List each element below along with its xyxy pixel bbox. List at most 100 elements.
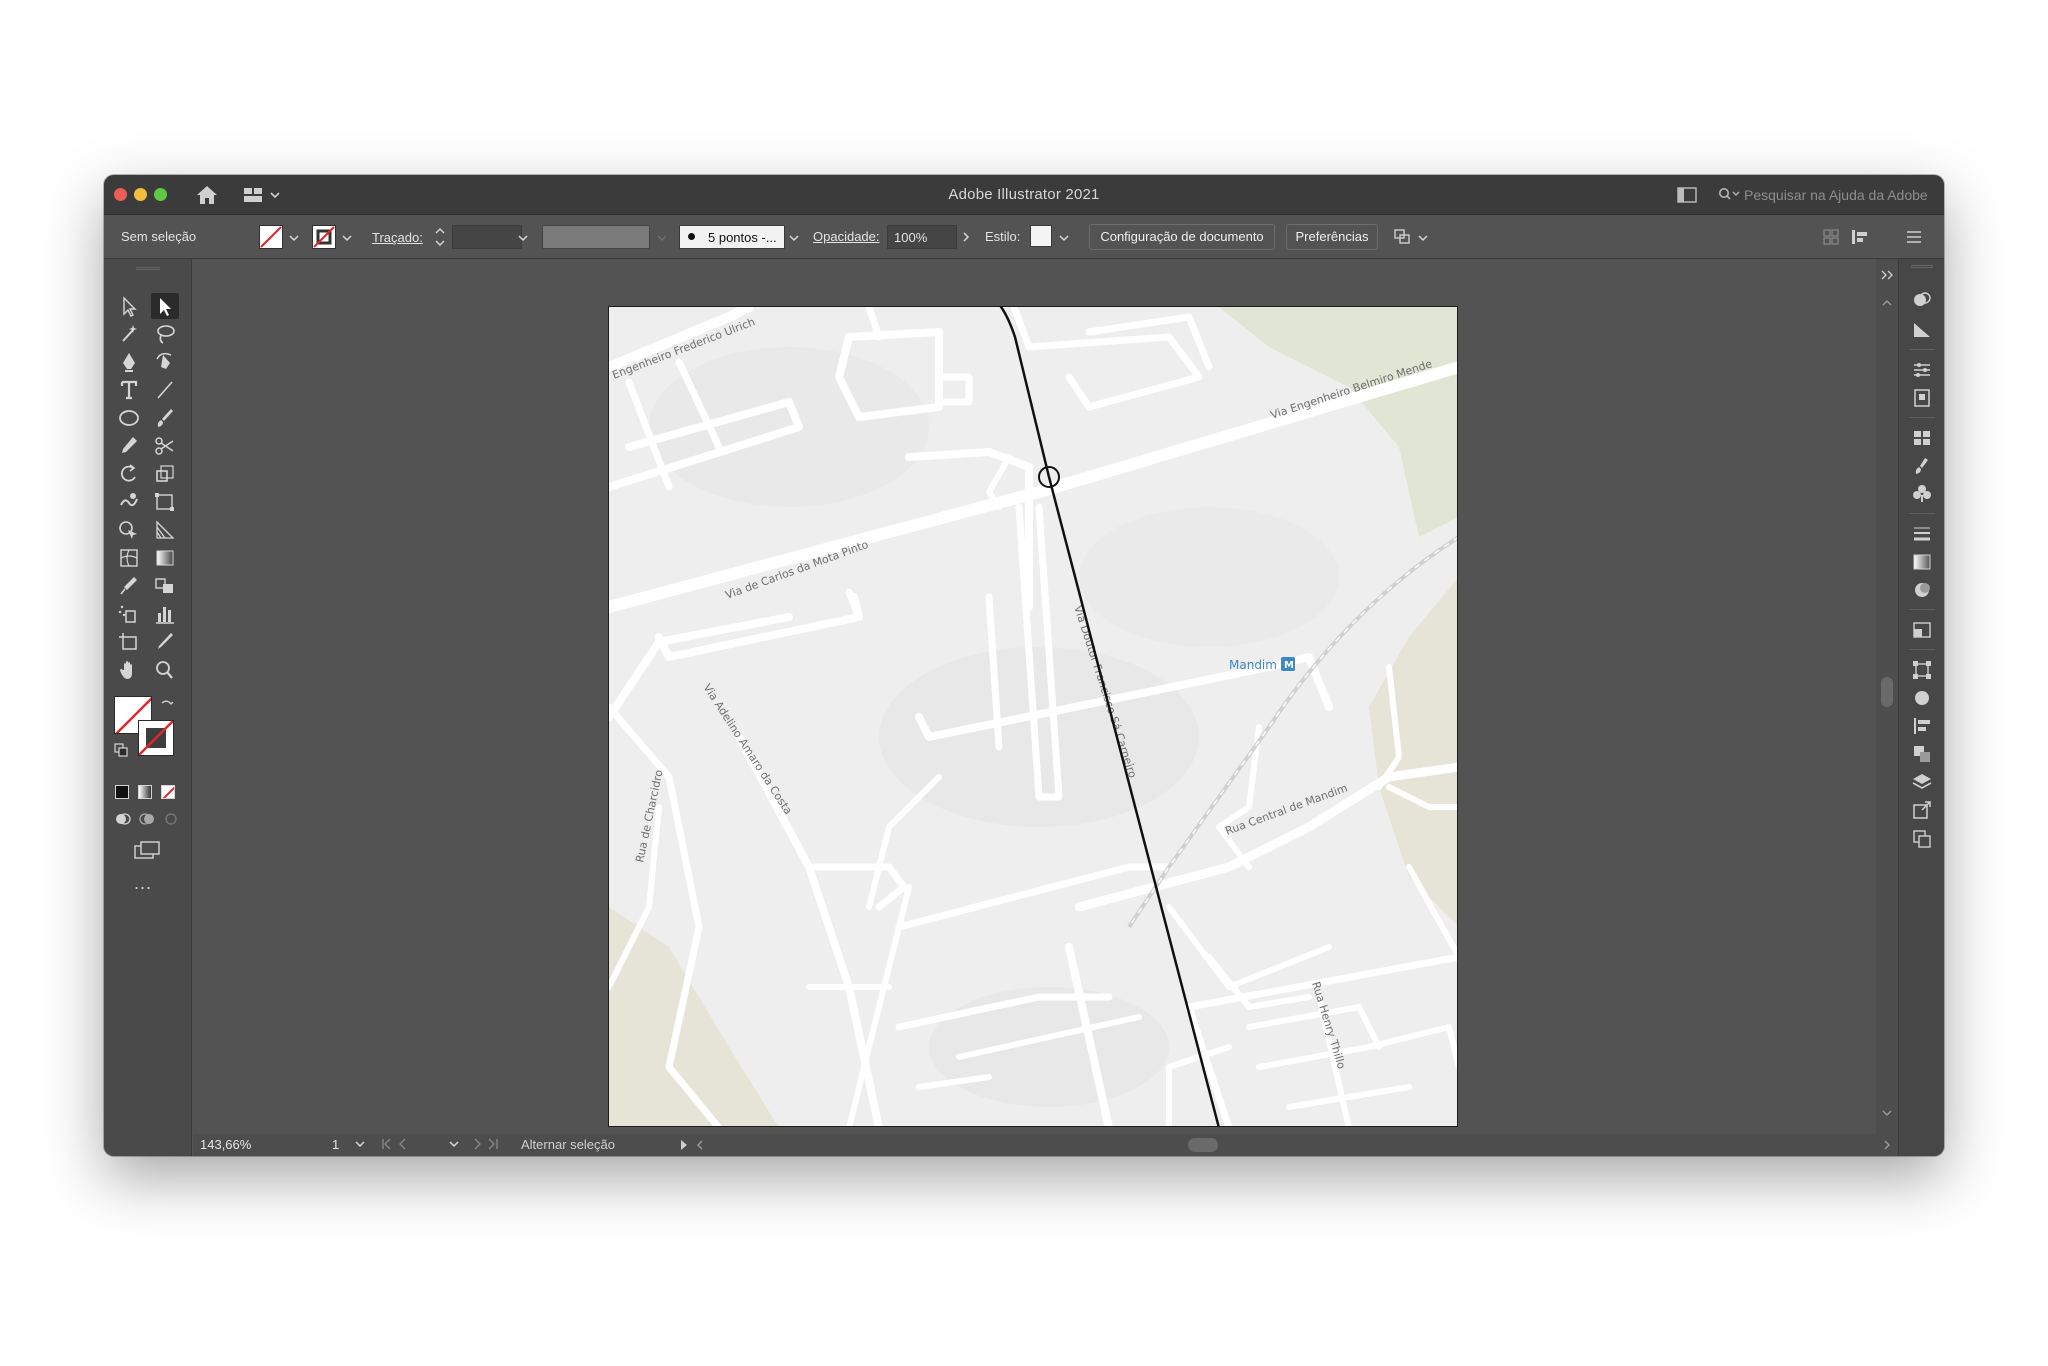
- shape-builder-tool-icon[interactable]: [115, 517, 143, 543]
- stroke-none-swatch[interactable]: [138, 720, 174, 756]
- scroll-up-icon[interactable]: [1882, 299, 1892, 307]
- chevron-down-icon[interactable]: [1417, 234, 1429, 242]
- status-menu-icon[interactable]: [679, 1139, 689, 1151]
- variable-width-profile[interactable]: [542, 225, 650, 249]
- arrange-documents-icon[interactable]: [1393, 227, 1415, 247]
- chevron-down-icon[interactable]: [354, 1140, 366, 1148]
- stroke-label[interactable]: Traçado:: [372, 230, 423, 245]
- artboard-tool-icon[interactable]: [115, 629, 143, 655]
- chevron-right-icon[interactable]: [962, 231, 970, 243]
- chevron-down-icon[interactable]: [1058, 234, 1070, 242]
- ellipse-tool-icon[interactable]: [115, 405, 143, 431]
- expand-panels-icon[interactable]: [1879, 269, 1895, 281]
- opacity-label[interactable]: Opacidade:: [813, 229, 880, 244]
- blend-tool-icon[interactable]: [151, 573, 179, 599]
- align-icon[interactable]: [1849, 227, 1871, 247]
- help-search-input[interactable]: Pesquisar na Ajuda da Adobe: [1744, 187, 1928, 203]
- symbol-sprayer-tool-icon[interactable]: [115, 601, 143, 627]
- mesh-tool-icon[interactable]: [115, 545, 143, 571]
- transform-icon[interactable]: [1910, 659, 1934, 681]
- first-prev-artboard-icon[interactable]: [381, 1138, 411, 1150]
- eyedropper-tool-icon[interactable]: [115, 573, 143, 599]
- zoom-tool-icon[interactable]: [151, 657, 179, 683]
- panel-toggle-icon[interactable]: [1677, 187, 1697, 203]
- draw-behind-icon[interactable]: [138, 811, 156, 827]
- chevron-down-icon[interactable]: [517, 234, 529, 242]
- type-tool-icon[interactable]: [115, 377, 143, 403]
- vertical-scrollbar[interactable]: [1876, 259, 1898, 1134]
- color-themes-icon[interactable]: [1910, 289, 1934, 311]
- zoom-level[interactable]: 143,66%: [200, 1137, 251, 1152]
- rotate-tool-icon[interactable]: [115, 461, 143, 487]
- artboard-number[interactable]: 1: [332, 1137, 339, 1152]
- stroke-swatch[interactable]: [312, 225, 336, 249]
- transparency-icon[interactable]: [1910, 579, 1934, 601]
- pen-tool-icon[interactable]: [115, 349, 143, 375]
- artboards-icon[interactable]: [1910, 827, 1934, 849]
- scale-tool-icon[interactable]: [151, 461, 179, 487]
- stroke-weight-field[interactable]: [452, 225, 522, 249]
- links-icon[interactable]: [1910, 387, 1934, 409]
- perspective-grid-tool-icon[interactable]: [151, 517, 179, 543]
- warp-tool-icon[interactable]: [115, 489, 143, 515]
- brush-definition-dropdown[interactable]: 5 pontos -...: [679, 225, 785, 249]
- next-last-artboard-icon[interactable]: [469, 1138, 499, 1150]
- swatches-icon[interactable]: [1910, 427, 1934, 449]
- draw-inside-icon[interactable]: [162, 811, 180, 827]
- symbols-icon[interactable]: [1910, 483, 1934, 505]
- preferences-button[interactable]: Preferências: [1286, 224, 1378, 250]
- gradient-tool-icon[interactable]: [151, 545, 179, 571]
- color-mode-button[interactable]: [115, 785, 129, 799]
- chevron-down-icon[interactable]: [788, 234, 800, 242]
- canvas[interactable]: Engenheiro Frederico Ulrich Via Engenhei…: [193, 259, 1876, 1134]
- pencil-tool-icon[interactable]: [115, 433, 143, 459]
- layers-icon[interactable]: [1910, 771, 1934, 793]
- default-fill-stroke-icon[interactable]: [114, 743, 128, 757]
- scroll-right-icon[interactable]: [1883, 1140, 1891, 1150]
- status-text[interactable]: Alternar seleção: [521, 1137, 615, 1152]
- scroll-left-icon[interactable]: [696, 1140, 704, 1150]
- stepper-icon[interactable]: [434, 224, 446, 250]
- export-icon[interactable]: [1910, 799, 1934, 821]
- selection-tool-icon[interactable]: [115, 293, 143, 319]
- screen-mode-icon[interactable]: [132, 839, 162, 861]
- horizontal-scroll-thumb[interactable]: [1188, 1138, 1218, 1152]
- scissors-tool-icon[interactable]: [151, 433, 179, 459]
- grid-icon[interactable]: [1821, 227, 1841, 247]
- chevron-down-icon[interactable]: [288, 234, 300, 242]
- pathfinder-icon[interactable]: [1910, 743, 1934, 765]
- paintbrush-tool-icon[interactable]: [151, 405, 179, 431]
- properties-icon[interactable]: [1910, 359, 1934, 381]
- appearance-icon[interactable]: [1910, 619, 1934, 641]
- menu-list-icon[interactable]: [1904, 227, 1924, 247]
- slice-tool-icon[interactable]: [151, 629, 179, 655]
- artboard[interactable]: Engenheiro Frederico Ulrich Via Engenhei…: [608, 306, 1458, 1127]
- toolbar-grip[interactable]: [136, 267, 160, 270]
- pathfinder-circle-icon[interactable]: [1910, 687, 1934, 709]
- gradient-icon[interactable]: [1910, 551, 1934, 573]
- cc-libraries-icon[interactable]: [1910, 319, 1934, 341]
- vertical-scroll-thumb[interactable]: [1881, 677, 1893, 707]
- document-setup-button[interactable]: Configuração de documento: [1089, 224, 1275, 250]
- chevron-down-icon[interactable]: [341, 234, 353, 242]
- align-panel-icon[interactable]: [1910, 715, 1934, 737]
- column-graph-tool-icon[interactable]: [151, 601, 179, 627]
- brushes-icon[interactable]: [1910, 455, 1934, 477]
- draw-normal-icon[interactable]: [114, 811, 132, 827]
- none-mode-button[interactable]: [161, 785, 175, 799]
- more-tools-icon[interactable]: ...: [134, 873, 152, 894]
- gradient-mode-button[interactable]: [138, 785, 152, 799]
- curvature-tool-icon[interactable]: [151, 349, 179, 375]
- chevron-down-icon[interactable]: [448, 1140, 460, 1148]
- hand-tool-icon[interactable]: [115, 657, 143, 683]
- lasso-tool-icon[interactable]: [151, 321, 179, 347]
- swap-fill-stroke-icon[interactable]: [160, 698, 174, 712]
- line-segment-tool-icon[interactable]: [151, 377, 179, 403]
- dock-grip[interactable]: [1911, 265, 1933, 268]
- opacity-field[interactable]: 100%: [887, 225, 957, 249]
- fill-stroke-widget[interactable]: [114, 696, 174, 757]
- fill-swatch[interactable]: [259, 225, 283, 249]
- magic-wand-tool-icon[interactable]: [115, 321, 143, 347]
- scroll-down-icon[interactable]: [1882, 1109, 1892, 1117]
- graphic-style-swatch[interactable]: [1030, 225, 1052, 247]
